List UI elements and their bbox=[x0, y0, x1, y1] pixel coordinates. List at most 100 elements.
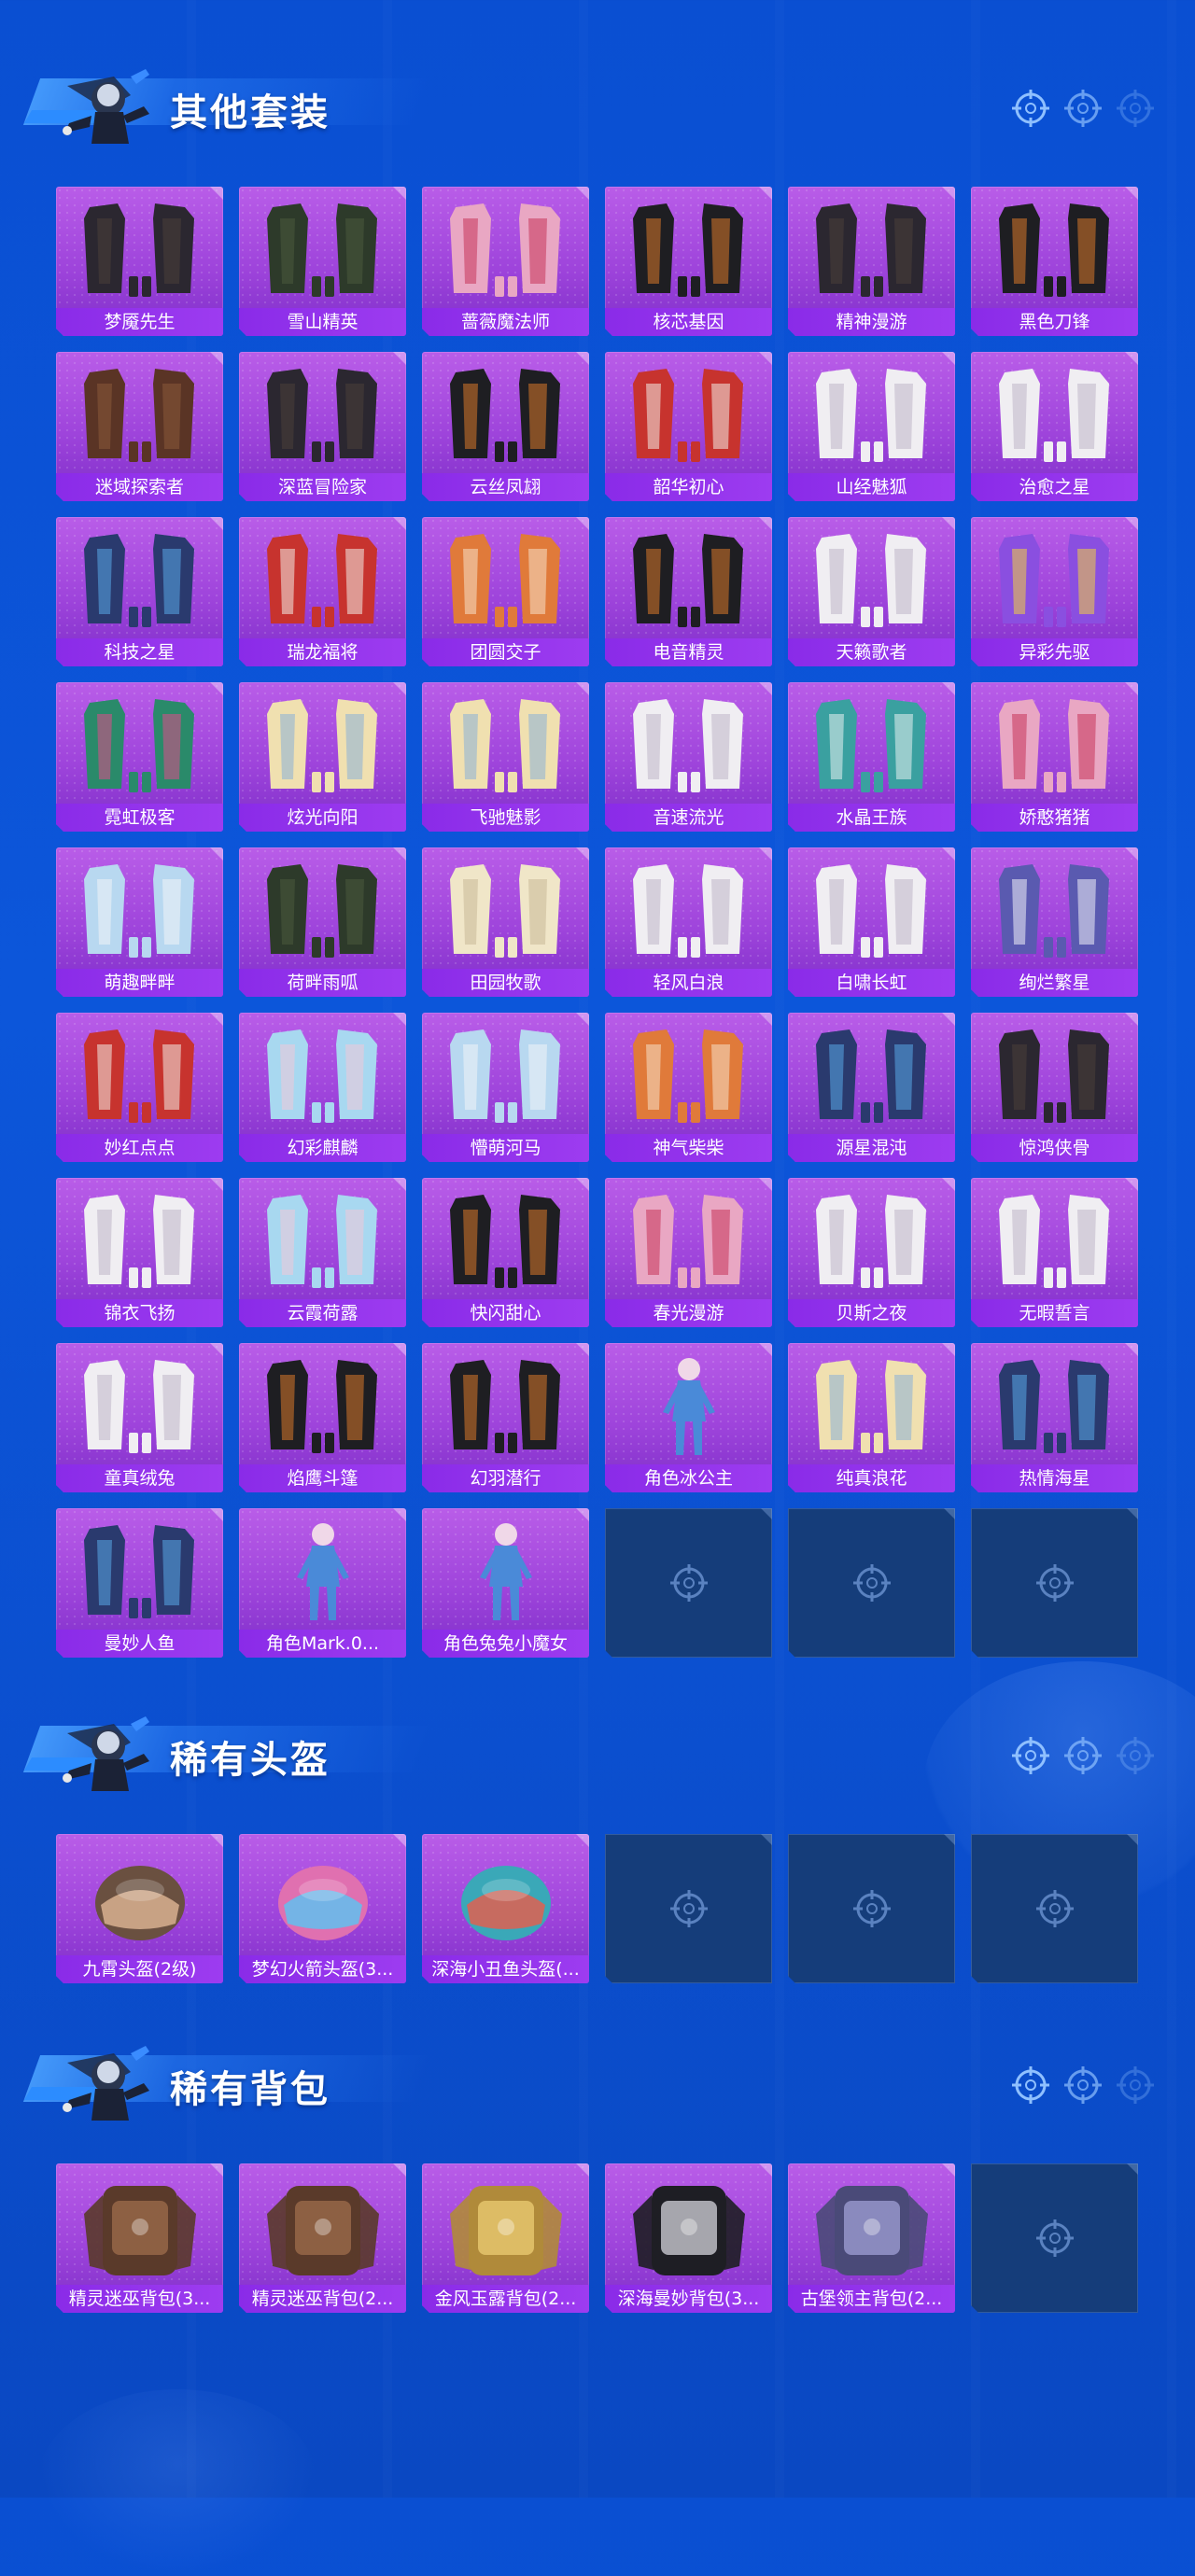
item-label: 懵萌河马 bbox=[422, 1134, 589, 1162]
item-label: 娇憨猪猪 bbox=[971, 804, 1138, 832]
empty-slot-icon bbox=[668, 1562, 710, 1603]
helmet-teal-fish-icon bbox=[422, 1838, 589, 1952]
section-rare-helmets: 稀有头盔 九霄头盔(2级) 梦幻火箭头盔(3... 深海小丑鱼头盔(... bbox=[0, 1685, 1195, 1787]
item-card[interactable]: 云霞荷露 bbox=[239, 1178, 406, 1327]
item-card[interactable]: 童真绒兔 bbox=[56, 1343, 223, 1492]
item-card[interactable]: 团圆交子 bbox=[422, 517, 589, 666]
empty-slot-icon bbox=[851, 1562, 893, 1603]
item-card[interactable]: 治愈之星 bbox=[971, 352, 1138, 501]
item-card[interactable]: 韶华初心 bbox=[605, 352, 772, 501]
item-card[interactable]: 音速流光 bbox=[605, 682, 772, 832]
item-card[interactable]: 电音精灵 bbox=[605, 517, 772, 666]
item-card[interactable]: 霓虹极客 bbox=[56, 682, 223, 832]
item-card[interactable]: 无暇誓言 bbox=[971, 1178, 1138, 1327]
helmet-pink-rocket-icon bbox=[239, 1838, 406, 1952]
outfit-black-robe-icon bbox=[422, 356, 589, 469]
item-card[interactable]: 黑色刀锋 bbox=[971, 187, 1138, 336]
item-card[interactable]: 幻羽潜行 bbox=[422, 1343, 589, 1492]
item-card[interactable]: 炫光向阳 bbox=[239, 682, 406, 832]
item-card[interactable]: 梦幻火箭头盔(3... bbox=[239, 1834, 406, 1983]
outfit-colorful-icon bbox=[971, 521, 1138, 635]
outfit-cream-set-icon bbox=[422, 851, 589, 965]
item-label: 曼妙人鱼 bbox=[56, 1630, 223, 1658]
item-card[interactable]: 荷畔雨呱 bbox=[239, 847, 406, 997]
item-card[interactable]: 轻风白浪 bbox=[605, 847, 772, 997]
item-card[interactable]: 曼妙人鱼 bbox=[56, 1508, 223, 1658]
item-card[interactable]: 绚烂繁星 bbox=[971, 847, 1138, 997]
empty-slot bbox=[605, 1834, 772, 1983]
item-label: 田园牧歌 bbox=[422, 969, 589, 997]
outfit-black-orange-icon bbox=[605, 190, 772, 304]
item-card[interactable]: 雪山精英 bbox=[239, 187, 406, 336]
item-label: 云丝凤翃 bbox=[422, 473, 589, 501]
backpack-gold-icon bbox=[422, 2167, 589, 2281]
item-card[interactable]: 幻彩麒麟 bbox=[239, 1013, 406, 1162]
backpack-diving-icon bbox=[605, 2167, 772, 2281]
item-card[interactable]: 九霄头盔(2级) bbox=[56, 1834, 223, 1983]
outfit-starry-icon bbox=[971, 851, 1138, 965]
item-card[interactable]: 科技之星 bbox=[56, 517, 223, 666]
item-card[interactable]: 角色兔兔小魔女 bbox=[422, 1508, 589, 1658]
item-card[interactable]: 白啸长虹 bbox=[788, 847, 955, 997]
item-card[interactable]: 深海曼妙背包(3... bbox=[605, 2163, 772, 2313]
item-card[interactable]: 飞驰魅影 bbox=[422, 682, 589, 832]
item-label: 焰鹰斗篷 bbox=[239, 1464, 406, 1492]
item-card[interactable]: 热情海星 bbox=[971, 1343, 1138, 1492]
item-label: 深海小丑鱼头盔(... bbox=[422, 1955, 589, 1983]
item-card[interactable]: 懵萌河马 bbox=[422, 1013, 589, 1162]
item-card[interactable]: 娇憨猪猪 bbox=[971, 682, 1138, 832]
outfit-black-coat-icon bbox=[971, 190, 1138, 304]
outfit-orange-set-icon bbox=[422, 521, 589, 635]
item-label: 妙红点点 bbox=[56, 1134, 223, 1162]
item-card[interactable]: 云丝凤翃 bbox=[422, 352, 589, 501]
empty-slot bbox=[971, 2163, 1138, 2313]
item-card[interactable]: 纯真浪花 bbox=[788, 1343, 955, 1492]
item-label: 黑色刀锋 bbox=[971, 308, 1138, 336]
crosshair-icon bbox=[1115, 88, 1156, 133]
item-card[interactable]: 田园牧歌 bbox=[422, 847, 589, 997]
item-card[interactable]: 山经魅狐 bbox=[788, 352, 955, 501]
item-card[interactable]: 天籁歌者 bbox=[788, 517, 955, 666]
item-card[interactable]: 贝斯之夜 bbox=[788, 1178, 955, 1327]
item-card[interactable]: 梦魇先生 bbox=[56, 187, 223, 336]
item-card[interactable]: 迷域探索者 bbox=[56, 352, 223, 501]
item-card[interactable]: 惊鸿侠骨 bbox=[971, 1013, 1138, 1162]
item-card[interactable]: 核芯基因 bbox=[605, 187, 772, 336]
outfit-teal-set-icon bbox=[788, 686, 955, 800]
item-label: 梦幻火箭头盔(3... bbox=[239, 1955, 406, 1983]
item-card[interactable]: 锦衣飞扬 bbox=[56, 1178, 223, 1327]
item-card[interactable]: 春光漫游 bbox=[605, 1178, 772, 1327]
empty-slot-icon bbox=[851, 1888, 893, 1929]
item-card[interactable]: 神气柴柴 bbox=[605, 1013, 772, 1162]
outfit-blue-pink-icon bbox=[971, 1347, 1138, 1461]
item-card[interactable]: 源星混沌 bbox=[788, 1013, 955, 1162]
section-other-outfits: 其他套装 梦魇先生 雪山精英 蔷薇魔法师 核芯基因 精神漫游 黑色刀锋 迷域探索… bbox=[0, 37, 1195, 140]
item-card[interactable]: 萌趣畔畔 bbox=[56, 847, 223, 997]
item-label: 绚烂繁星 bbox=[971, 969, 1138, 997]
item-card[interactable]: 瑞龙福将 bbox=[239, 517, 406, 666]
item-card[interactable]: 精神漫游 bbox=[788, 187, 955, 336]
item-card[interactable]: 深蓝冒险家 bbox=[239, 352, 406, 501]
outfit-orange-white-icon bbox=[605, 1016, 772, 1130]
item-card[interactable]: 焰鹰斗篷 bbox=[239, 1343, 406, 1492]
item-card[interactable]: 水晶王族 bbox=[788, 682, 955, 832]
item-label: 古堡领主背包(2... bbox=[788, 2285, 955, 2313]
item-card[interactable]: 快闪甜心 bbox=[422, 1178, 589, 1327]
item-card[interactable]: 深海小丑鱼头盔(... bbox=[422, 1834, 589, 1983]
item-label: 白啸长虹 bbox=[788, 969, 955, 997]
item-card[interactable]: 精灵迷巫背包(2... bbox=[239, 2163, 406, 2313]
item-card[interactable]: 妙红点点 bbox=[56, 1013, 223, 1162]
item-label: 团圆交子 bbox=[422, 638, 589, 666]
item-card[interactable]: 蔷薇魔法师 bbox=[422, 187, 589, 336]
character-bunny-witch-icon bbox=[422, 1512, 589, 1626]
item-card[interactable]: 金风玉露背包(2... bbox=[422, 2163, 589, 2313]
character-mark-icon bbox=[239, 1512, 406, 1626]
item-card[interactable]: 古堡领主背包(2... bbox=[788, 2163, 955, 2313]
item-card[interactable]: 异彩先驱 bbox=[971, 517, 1138, 666]
item-card[interactable]: 角色冰公主 bbox=[605, 1343, 772, 1492]
outfit-white-blue-icon bbox=[605, 686, 772, 800]
item-card[interactable]: 角色Mark.0... bbox=[239, 1508, 406, 1658]
outfit-light-blue-icon bbox=[422, 1016, 589, 1130]
item-card[interactable]: 精灵迷巫背包(3... bbox=[56, 2163, 223, 2313]
item-label: 快闪甜心 bbox=[422, 1299, 589, 1327]
